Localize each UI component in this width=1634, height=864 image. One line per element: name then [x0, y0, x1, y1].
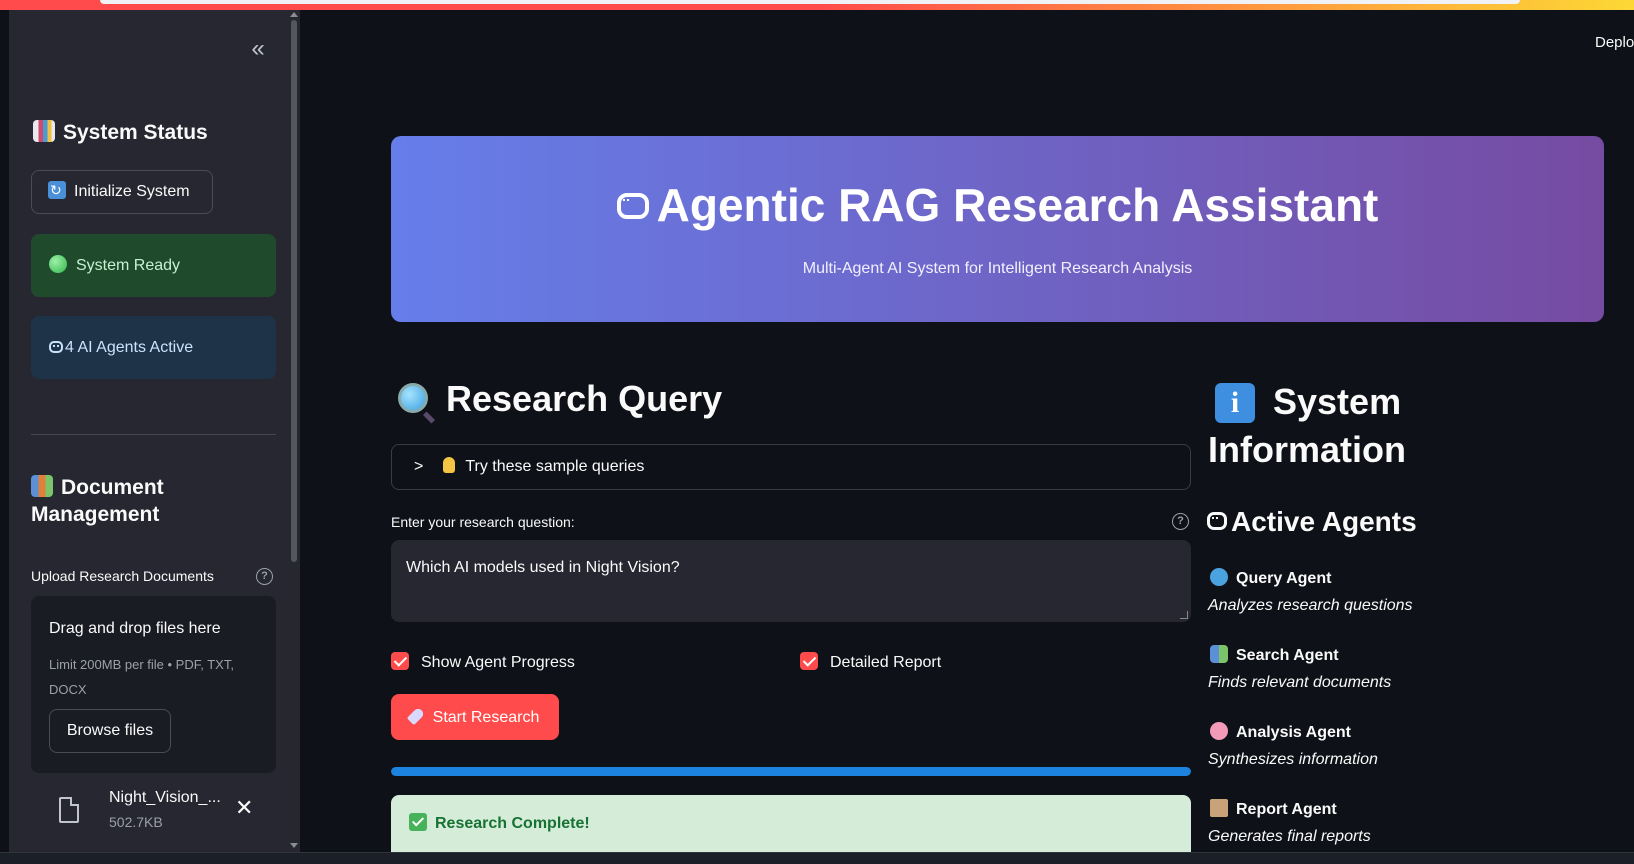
- books-icon: [1210, 645, 1228, 663]
- check-mark-icon: [409, 813, 427, 831]
- window-left-edge: [0, 10, 9, 852]
- agent-name: Query Agent: [1210, 568, 1331, 588]
- upload-help-icon[interactable]: ?: [256, 568, 273, 585]
- agent-name-text: Report Agent: [1236, 801, 1337, 818]
- detailed-report-checkbox[interactable]: Detailed Report: [800, 652, 941, 672]
- green-circle-icon: [49, 255, 67, 273]
- agent-name: Analysis Agent: [1210, 722, 1351, 742]
- dropzone-limit-text: Limit 200MB per file • PDF, TXT, DOCX: [49, 652, 269, 702]
- sidebar-divider: [31, 434, 276, 435]
- hero-banner: Agentic RAG Research Assistant Multi-Age…: [391, 136, 1604, 322]
- detailed-report-label: Detailed Report: [830, 654, 942, 671]
- research-question-label: Enter your research question:: [391, 514, 575, 530]
- sample-queries-expander[interactable]: > Try these sample queries: [391, 444, 1191, 490]
- system-information-heading: i System Information: [1208, 378, 1406, 474]
- system-ready-status: System Ready: [31, 234, 276, 297]
- uploaded-file-size: 502.7KB: [109, 814, 163, 830]
- active-agents-heading-text: Active Agents: [1231, 506, 1417, 537]
- magnifier-icon: [398, 383, 428, 413]
- dropzone-limit-line2: DOCX: [49, 682, 87, 697]
- start-research-label: Start Research: [432, 708, 540, 726]
- agent-name-text: Query Agent: [1236, 570, 1332, 587]
- checkbox-checked-icon: [391, 652, 409, 670]
- system-information-line1: System: [1273, 381, 1402, 422]
- agent-name-text: Search Agent: [1236, 647, 1339, 664]
- chevron-right-icon: >: [414, 458, 424, 475]
- system-status-heading: System Status: [33, 120, 208, 145]
- robot-icon: [1207, 512, 1227, 530]
- books-icon: [31, 475, 53, 497]
- agent-name: Search Agent: [1210, 645, 1339, 665]
- dropzone-limit-line1: Limit 200MB per file • PDF, TXT,: [49, 657, 234, 672]
- document-management-heading: Document Management: [31, 474, 164, 528]
- app-subtitle: Multi-Agent AI System for Intelligent Re…: [802, 260, 1193, 277]
- research-query-heading-text: Research Query: [446, 378, 723, 419]
- system-ready-text: System Ready: [76, 257, 181, 274]
- window-bottom-edge: [0, 852, 1634, 864]
- checkbox-checked-icon: [800, 652, 818, 670]
- uploaded-file-row: Night_Vision_... 502.7KB ✕: [31, 785, 276, 837]
- system-status-heading-text: System Status: [63, 121, 208, 144]
- textarea-resize-handle[interactable]: [1180, 611, 1188, 619]
- magnifier-icon: [1210, 568, 1228, 586]
- upload-documents-label: Upload Research Documents: [31, 568, 214, 584]
- refresh-icon: [48, 169, 66, 211]
- bar-chart-icon: [33, 120, 55, 142]
- dropzone-title: Drag and drop files here: [49, 620, 221, 637]
- app-title: Agentic RAG Research Assistant: [391, 178, 1604, 232]
- browser-tab-strip: [100, 0, 1520, 4]
- file-dropzone[interactable]: Drag and drop files here Limit 200MB per…: [31, 596, 276, 773]
- sidebar: « System Status Initialize System System…: [0, 10, 300, 852]
- lightbulb-icon: [443, 457, 456, 473]
- file-icon: [59, 797, 79, 823]
- robot-icon: [49, 341, 63, 353]
- deploy-button[interactable]: Deploy: [1595, 34, 1634, 51]
- research-question-input[interactable]: Which AI models used in Night Vision?: [391, 540, 1191, 622]
- sidebar-scrollbar[interactable]: [290, 10, 300, 852]
- start-research-button[interactable]: Start Research: [391, 694, 559, 740]
- sample-queries-label: Try these sample queries: [465, 458, 645, 475]
- agents-active-status: 4 AI Agents Active: [31, 316, 276, 379]
- document-management-heading-line1: Document: [61, 476, 164, 499]
- agent-name: Report Agent: [1210, 799, 1337, 819]
- initialize-system-button[interactable]: Initialize System: [31, 169, 213, 214]
- show-agent-progress-label: Show Agent Progress: [421, 654, 575, 671]
- uploaded-file-name: Night_Vision_...: [109, 789, 221, 806]
- research-query-heading: Research Query: [398, 378, 722, 420]
- scroll-up-arrow-icon[interactable]: [290, 12, 298, 17]
- agent-description: Analyzes research questions: [1208, 597, 1413, 614]
- collapse-sidebar-button[interactable]: «: [245, 37, 271, 64]
- top-decoration-bar: [0, 0, 1634, 10]
- research-complete-alert: Research Complete!: [391, 795, 1191, 852]
- research-progress-fill: [391, 767, 1191, 776]
- app-title-text: Agentic RAG Research Assistant: [656, 179, 1379, 231]
- robot-icon: [616, 193, 649, 219]
- browse-files-button[interactable]: Browse files: [49, 709, 171, 753]
- agent-description: Generates final reports: [1208, 828, 1371, 845]
- active-agents-heading: Active Agents: [1207, 506, 1417, 538]
- document-icon: [1210, 799, 1228, 817]
- brain-icon: [1210, 722, 1228, 740]
- scroll-down-arrow-icon[interactable]: [290, 843, 298, 848]
- remove-file-close-icon[interactable]: ✕: [235, 795, 253, 821]
- question-help-icon[interactable]: ?: [1172, 513, 1189, 530]
- research-progress-bar: [391, 767, 1191, 776]
- initialize-system-label: Initialize System: [74, 183, 190, 200]
- research-complete-text: Research Complete!: [435, 815, 590, 832]
- system-information-line2: Information: [1208, 429, 1406, 470]
- agent-description: Synthesizes information: [1208, 751, 1378, 768]
- agents-active-text: 4 AI Agents Active: [65, 339, 194, 356]
- sidebar-scrollbar-thumb[interactable]: [291, 20, 297, 562]
- agent-name-text: Analysis Agent: [1236, 724, 1351, 741]
- agent-description: Finds relevant documents: [1208, 674, 1392, 691]
- show-agent-progress-checkbox[interactable]: Show Agent Progress: [391, 652, 575, 672]
- rocket-icon: [406, 706, 425, 725]
- info-icon: i: [1215, 383, 1255, 423]
- document-management-heading-line2: Management: [31, 503, 160, 526]
